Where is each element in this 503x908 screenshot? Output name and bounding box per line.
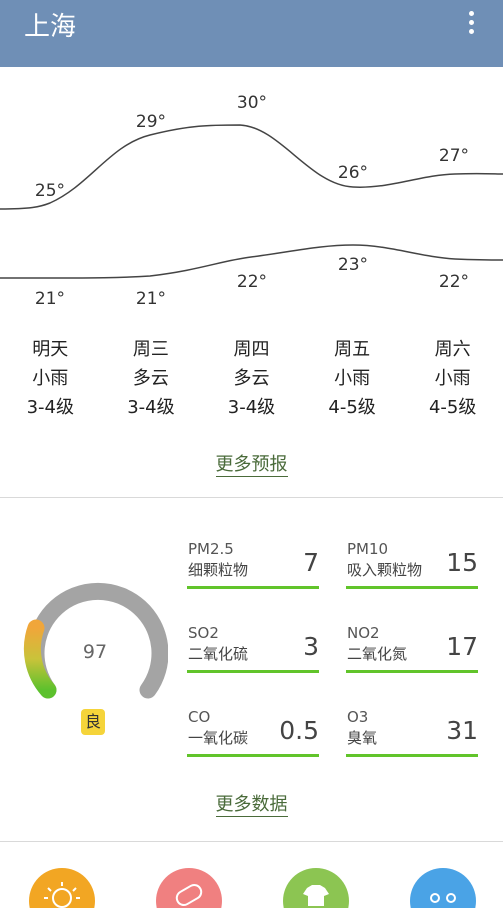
pollutant-code: SO2: [188, 624, 219, 642]
day-name: 明天: [32, 339, 69, 360]
aqi-value: 97: [82, 641, 108, 663]
forecast-day[interactable]: 周五 小雨 4-5级: [302, 335, 403, 422]
pollutant-cell[interactable]: PM2.5 细颗粒物 7: [187, 540, 319, 610]
high-temp-label: 26°: [337, 163, 369, 183]
shirt-icon[interactable]: [283, 868, 349, 908]
pollutant-code: PM10: [347, 540, 389, 558]
day-weather: 小雨: [32, 368, 69, 389]
forecast-day[interactable]: 周三 多云 3-4级: [101, 335, 202, 422]
day-wind: 3-4级: [127, 397, 175, 418]
pollutant-indicator-bar: [187, 670, 319, 673]
low-temp-label: 21°: [34, 289, 66, 309]
low-temp-label: 21°: [135, 289, 167, 309]
pollutant-indicator-bar: [346, 586, 478, 589]
pollutant-name: 臭氧: [347, 729, 378, 747]
high-temp-curve: [0, 124, 503, 210]
high-temp-label: 29°: [135, 112, 167, 132]
car-icon[interactable]: [410, 868, 476, 908]
low-temp-label: 22°: [438, 272, 470, 292]
forecast-day[interactable]: 周四 多云 3-4级: [201, 335, 302, 422]
pill-icon[interactable]: [156, 868, 222, 908]
pollutant-indicator-bar: [346, 754, 478, 757]
day-name: 周三: [132, 339, 169, 360]
pollutant-code: CO: [188, 708, 211, 726]
pollutant-name: 吸入颗粒物: [347, 561, 423, 579]
pollutant-name: 二氧化氮: [347, 645, 408, 663]
forecast-days: 明天 小雨 3-4级 周三 多云 3-4级 周四 多云 3-4级 周五 小雨 4…: [0, 335, 503, 422]
day-weather: 多云: [132, 368, 169, 389]
pollutant-cell[interactable]: CO 一氧化碳 0.5: [187, 708, 319, 778]
forecast-section: 25° 29° 30° 26° 27° 21° 21° 22° 23° 22° …: [0, 67, 503, 497]
low-temp-label: 22°: [236, 272, 268, 292]
pollutant-indicator-bar: [187, 754, 319, 757]
more-forecast-link[interactable]: 更多预报: [215, 454, 288, 477]
pollutant-cell[interactable]: SO2 二氧化硫 3: [187, 624, 319, 694]
forecast-day[interactable]: 明天 小雨 3-4级: [0, 335, 101, 422]
day-wind: 4-5级: [328, 397, 376, 418]
pollutant-cell[interactable]: O3 臭氧 31: [346, 708, 478, 778]
high-temp-label: 30°: [236, 93, 268, 113]
pollutant-code: PM2.5: [188, 540, 234, 558]
pollutant-value: 17: [446, 632, 478, 661]
day-weather: 小雨: [334, 368, 371, 389]
day-name: 周五: [334, 339, 371, 360]
day-wind: 4-5级: [428, 397, 477, 418]
app-bar: 上海: [0, 0, 503, 67]
aqi-level-badge: 良: [81, 709, 105, 735]
day-wind: 3-4级: [227, 397, 276, 418]
pollutant-cell[interactable]: NO2 二氧化氮 17: [346, 624, 478, 694]
pollutant-name: 细颗粒物: [188, 561, 249, 579]
pollutant-value: 31: [446, 716, 478, 745]
pollutant-value: 7: [303, 548, 319, 577]
high-temp-label: 25°: [34, 181, 66, 201]
high-temp-label: 27°: [438, 146, 470, 166]
day-weather: 小雨: [434, 368, 471, 389]
more-options-icon[interactable]: [461, 8, 481, 38]
life-index-row: [0, 842, 503, 908]
pollutant-cell[interactable]: PM10 吸入颗粒物 15: [346, 540, 478, 610]
pollutant-value: 3: [303, 632, 319, 661]
forecast-day[interactable]: 周六 小雨 4-5级: [402, 335, 503, 422]
day-wind: 3-4级: [26, 397, 74, 418]
pollutant-name: 二氧化硫: [188, 645, 249, 663]
day-weather: 多云: [233, 368, 270, 389]
more-data-container: 更多数据: [0, 790, 503, 817]
pollutant-code: NO2: [347, 624, 380, 642]
pollutant-indicator-bar: [187, 586, 319, 589]
air-quality-section: 97 良 PM2.5 细颗粒物 7 PM10 吸入颗粒物 15 SO2 二氧化硫…: [0, 498, 503, 841]
pollutant-value: 0.5: [279, 716, 319, 745]
day-name: 周六: [434, 339, 471, 360]
city-title[interactable]: 上海: [24, 6, 76, 43]
pollutant-indicator-bar: [346, 670, 478, 673]
pollutant-code: O3: [347, 708, 369, 726]
pollutant-name: 一氧化碳: [188, 729, 249, 747]
pollutant-value: 15: [446, 548, 478, 577]
more-data-link[interactable]: 更多数据: [215, 794, 288, 817]
day-name: 周四: [233, 339, 270, 360]
low-temp-label: 23°: [337, 255, 369, 275]
more-forecast-container: 更多预报: [0, 450, 503, 477]
sun-icon[interactable]: [29, 868, 95, 908]
